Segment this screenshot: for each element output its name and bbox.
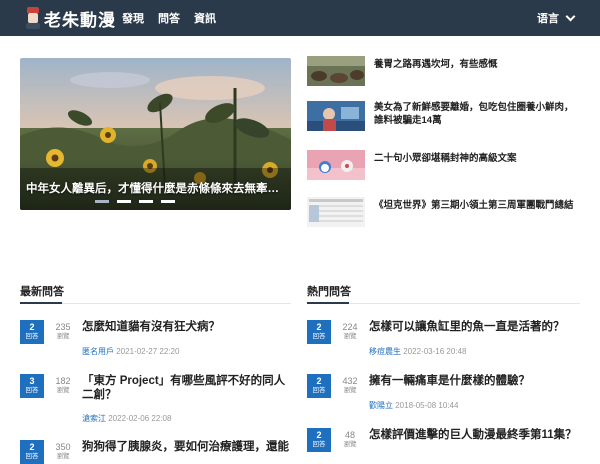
article-thumbnail (307, 197, 365, 227)
nav-qa[interactable]: 問答 (158, 10, 180, 26)
answer-count-badge: 2 回答 (20, 440, 44, 464)
question-title[interactable]: 擁有一輛痛車是什麼樣的體驗？ (369, 374, 580, 388)
view-count: 182 瀏覽 (55, 376, 71, 394)
nav-news[interactable]: 資訊 (194, 10, 216, 26)
top-navbar: 老朱動漫 發現 問答 資訊 语言 (0, 0, 600, 36)
side-article[interactable]: 二十句小眾卻堪稱封神的高級文案 (307, 150, 580, 184)
view-count: 350 瀏覽 (55, 442, 71, 460)
author-link[interactable]: 滄索江 (82, 414, 106, 423)
logo-icon (26, 7, 40, 29)
view-count: 432 瀏覽 (342, 376, 358, 394)
question-title[interactable]: 「東方 Project」有哪些風評不好的同人二創？ (82, 374, 293, 402)
author-link[interactable]: 匿名用戶 (82, 347, 114, 356)
language-label: 语言 (537, 13, 559, 25)
side-article-title: 《坦克世界》第三期小領土第三周軍團戰鬥總結 (374, 200, 574, 211)
answer-count-badge: 3 回答 (20, 374, 44, 398)
answer-count-badge: 2 回答 (307, 428, 331, 452)
nav-discover[interactable]: 發現 (122, 10, 144, 26)
article-thumbnail (307, 150, 365, 180)
answer-count-badge: 2 回答 (307, 374, 331, 398)
view-count: 48 瀏覽 (343, 430, 357, 448)
question-meta: 匿名用戶 2021-02-27 22:20 (82, 347, 180, 356)
side-article-title: 養胃之路再遇坎坷，有些感慨 (374, 59, 498, 70)
section-divider (307, 302, 580, 304)
chevron-down-icon (565, 11, 576, 21)
question-meta: 滄索江 2022-02-06 22:08 (82, 414, 172, 423)
article-thumbnail (307, 56, 365, 86)
side-article[interactable]: 美女為了新鮮感要離婚，包吃包住圈養小鮮肉，誰料被騙走14萬 (307, 101, 580, 135)
section-title-latest: 最新問答 (20, 286, 64, 298)
carousel-dot-1[interactable] (95, 200, 109, 203)
author-link[interactable]: 移痘農生 (369, 347, 401, 356)
question-title[interactable]: 怎麼知道貓有沒有狂犬病？ (82, 320, 293, 334)
side-article-title: 二十句小眾卻堪稱封神的高級文案 (374, 153, 517, 164)
side-article-title: 美女為了新鮮感要離婚，包吃包住圈養小鮮肉，誰料被騙走14萬 (374, 102, 574, 126)
side-article[interactable]: 養胃之路再遇坎坷，有些感慨 (307, 56, 580, 90)
question-title[interactable]: 怎樣評價進擊的巨人動漫最終季第11集？ (369, 428, 580, 442)
site-logo[interactable]: 老朱動漫 (26, 6, 116, 31)
carousel-dot-3[interactable] (139, 200, 153, 203)
question-meta: 移痘農生 2022-03-16 20:48 (369, 347, 467, 356)
language-dropdown[interactable]: 语言 (537, 0, 576, 36)
question-title[interactable]: 怎樣可以讓魚缸里的魚一直是活著的？ (369, 320, 580, 334)
author-link[interactable]: 歡陽立 (369, 401, 393, 410)
section-title-hot: 熱門問答 (307, 286, 351, 298)
answer-count-badge: 2 回答 (20, 320, 44, 344)
carousel-dot-4[interactable] (161, 200, 175, 203)
article-thumbnail (307, 101, 365, 131)
view-count: 224 瀏覽 (342, 322, 358, 340)
hero-caption[interactable]: 中年女人離異后，才懂得什麼是赤條條來去無牽挂... (26, 180, 284, 196)
question-meta: 歡陽立 2018-05-08 10:44 (369, 401, 459, 410)
section-divider (20, 302, 291, 304)
carousel-dot-2[interactable] (117, 200, 131, 203)
carousel-indicators (95, 200, 183, 203)
logo-text: 老朱動漫 (44, 10, 116, 31)
side-article[interactable]: 《坦克世界》第三期小領土第三周軍團戰鬥總結 (307, 197, 580, 231)
main-nav: 發現 問答 資訊 (122, 0, 230, 36)
answer-count-badge: 2 回答 (307, 320, 331, 344)
question-title[interactable]: 狗狗得了胰腺炎，要如何治療護理，還能 (82, 440, 293, 454)
hero-carousel[interactable]: 中年女人離異后，才懂得什麼是赤條條來去無牽挂... (20, 58, 291, 210)
view-count: 235 瀏覽 (55, 322, 71, 340)
